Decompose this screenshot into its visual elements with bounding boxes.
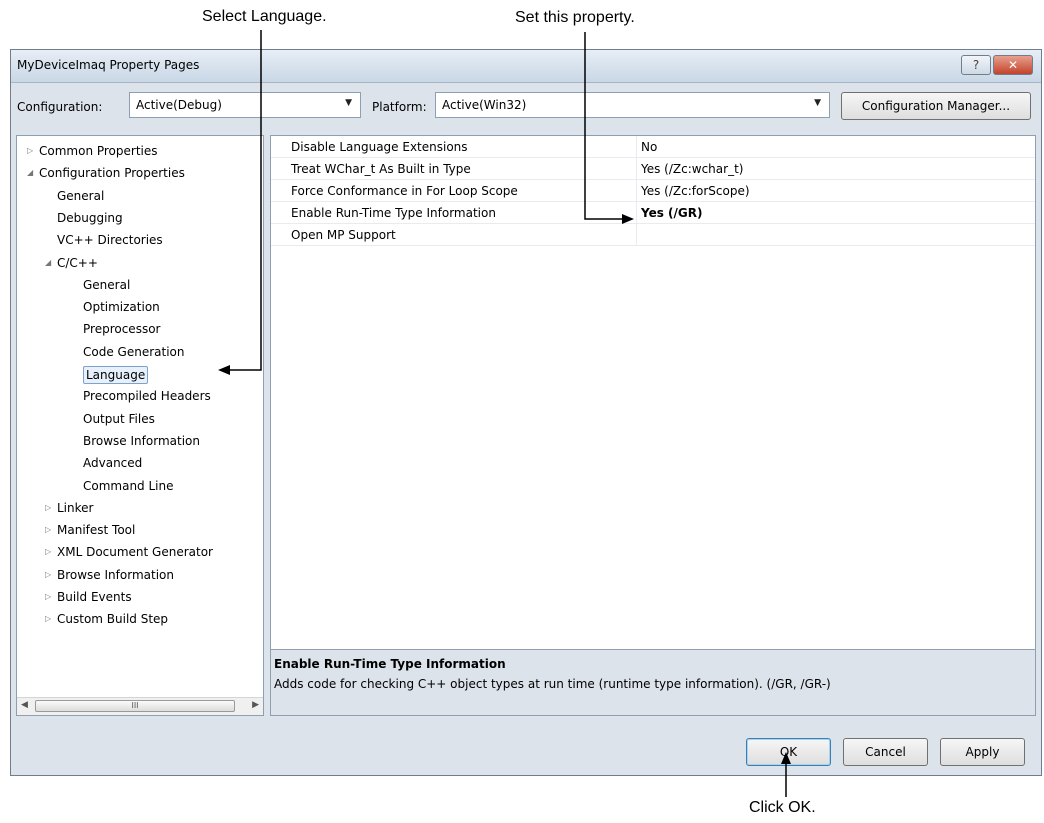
tree-item[interactable]: Linker bbox=[57, 500, 93, 516]
tree-item[interactable]: Code Generation bbox=[83, 344, 184, 360]
platform-label: Platform: bbox=[372, 100, 427, 114]
callout-set-property: Set this property. bbox=[515, 9, 635, 26]
property-row[interactable]: Force Conformance in For Loop Scope Yes (… bbox=[271, 180, 1035, 202]
scrollbar-thumb[interactable]: III bbox=[35, 700, 235, 712]
tree-item[interactable]: Command Line bbox=[83, 478, 174, 494]
close-button[interactable]: ✕ bbox=[993, 55, 1033, 75]
scroll-left-icon[interactable]: ◀ bbox=[21, 700, 28, 710]
expand-arrow-icon[interactable]: ▷ bbox=[45, 525, 51, 534]
expand-arrow-icon[interactable]: ▷ bbox=[45, 570, 51, 579]
property-row[interactable]: Enable Run-Time Type Information Yes (/GR… bbox=[271, 202, 1035, 224]
title-bar: MyDeviceImaq Property Pages ? ✕ bbox=[11, 50, 1041, 83]
property-value[interactable]: Yes (/GR) bbox=[636, 202, 1035, 224]
tree-item[interactable]: Configuration Properties bbox=[39, 165, 185, 181]
tree-item[interactable]: Browse Information bbox=[83, 433, 200, 449]
collapse-arrow-icon[interactable]: ◢ bbox=[27, 168, 33, 177]
property-value[interactable]: Yes (/Zc:forScope) bbox=[636, 180, 1035, 202]
tree-item[interactable]: Output Files bbox=[83, 411, 155, 427]
description-panel: Enable Run-Time Type Information Adds co… bbox=[270, 650, 1036, 716]
property-row[interactable]: Open MP Support bbox=[271, 224, 1035, 246]
ok-button[interactable]: OK bbox=[746, 738, 831, 766]
tree-item[interactable]: C/C++ bbox=[57, 255, 98, 271]
tree-item[interactable]: XML Document Generator bbox=[57, 544, 213, 560]
property-grid: Disable Language Extensions No Treat WChar… bbox=[270, 135, 1036, 650]
property-value[interactable]: No bbox=[636, 136, 1035, 158]
tree-item[interactable]: Manifest Tool bbox=[57, 522, 135, 538]
property-value[interactable]: Yes (/Zc:wchar_t) bbox=[636, 158, 1035, 180]
property-name: Open MP Support bbox=[291, 228, 396, 242]
expand-arrow-icon[interactable]: ▷ bbox=[45, 592, 51, 601]
property-name: Force Conformance in For Loop Scope bbox=[291, 184, 518, 198]
tree-item[interactable]: Common Properties bbox=[39, 143, 158, 159]
configuration-manager-button[interactable]: Configuration Manager... bbox=[841, 92, 1031, 120]
property-tree: Common Properties ▷ Configuration Properti… bbox=[16, 135, 264, 716]
property-row[interactable]: Treat WChar_t As Built in Type Yes (/Zc:w… bbox=[271, 158, 1035, 180]
tree-item[interactable]: Precompiled Headers bbox=[83, 388, 211, 404]
tree-item[interactable]: VC++ Directories bbox=[57, 232, 163, 248]
scroll-right-icon[interactable]: ▶ bbox=[252, 700, 259, 710]
horizontal-scrollbar[interactable]: ◀ III ▶ bbox=[17, 697, 263, 715]
property-name: Disable Language Extensions bbox=[291, 140, 468, 154]
property-row[interactable]: Disable Language Extensions No bbox=[271, 136, 1035, 158]
platform-value: Active(Win32) bbox=[442, 98, 527, 112]
expand-arrow-icon[interactable]: ▷ bbox=[45, 547, 51, 556]
property-name: Treat WChar_t As Built in Type bbox=[291, 162, 471, 176]
collapse-arrow-icon[interactable]: ◢ bbox=[45, 258, 51, 267]
configuration-value: Active(Debug) bbox=[136, 98, 222, 112]
tree-item[interactable]: Custom Build Step bbox=[57, 611, 168, 627]
tree-item[interactable]: Debugging bbox=[57, 210, 123, 226]
tree-item[interactable]: General bbox=[57, 188, 104, 204]
window-title: MyDeviceImaq Property Pages bbox=[17, 58, 200, 72]
configuration-label: Configuration: bbox=[17, 100, 103, 114]
tree-item[interactable]: Advanced bbox=[83, 455, 142, 471]
configuration-dropdown[interactable]: Active(Debug) ▼ bbox=[129, 92, 361, 118]
tree-item[interactable]: Browse Information bbox=[57, 567, 174, 583]
expand-arrow-icon[interactable]: ▷ bbox=[45, 503, 51, 512]
help-button[interactable]: ? bbox=[961, 55, 991, 75]
property-name: Enable Run-Time Type Information bbox=[291, 206, 496, 220]
property-pages-dialog: MyDeviceImaq Property Pages ? ✕ Configur… bbox=[10, 49, 1042, 776]
chevron-down-icon: ▼ bbox=[814, 98, 821, 108]
expand-arrow-icon[interactable]: ▷ bbox=[27, 146, 33, 155]
tree-item[interactable]: Build Events bbox=[57, 589, 132, 605]
description-title: Enable Run-Time Type Information bbox=[274, 657, 506, 671]
tree-item[interactable]: Language bbox=[83, 366, 149, 384]
tree-item[interactable]: General bbox=[83, 277, 130, 293]
chevron-down-icon: ▼ bbox=[345, 98, 352, 108]
expand-arrow-icon[interactable]: ▷ bbox=[45, 614, 51, 623]
platform-dropdown[interactable]: Active(Win32) ▼ bbox=[435, 92, 830, 118]
description-text: Adds code for checking C++ object types … bbox=[274, 677, 831, 691]
callout-select-language: Select Language. bbox=[202, 8, 327, 25]
tree-item[interactable]: Preprocessor bbox=[83, 321, 160, 337]
cancel-button[interactable]: Cancel bbox=[843, 738, 928, 766]
property-value[interactable] bbox=[636, 224, 1035, 246]
callout-click-ok: Click OK. bbox=[749, 799, 816, 816]
apply-button[interactable]: Apply bbox=[940, 738, 1025, 766]
tree-item[interactable]: Optimization bbox=[83, 299, 160, 315]
